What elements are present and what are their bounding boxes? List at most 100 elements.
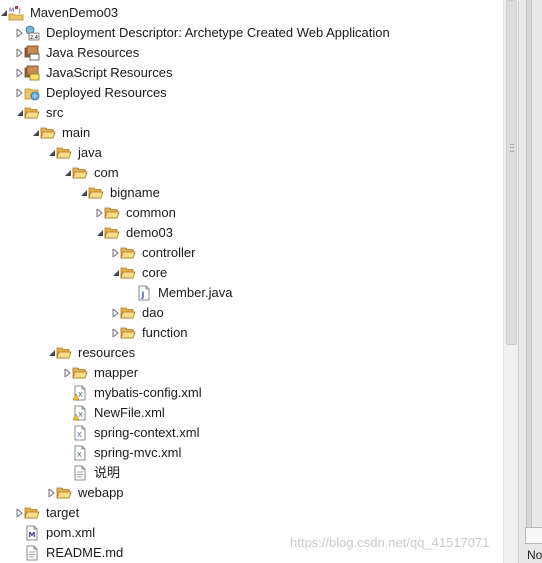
tree-item-label: MavenDemo03 xyxy=(30,5,119,20)
folder-icon xyxy=(72,365,88,381)
tree-item-label: webapp xyxy=(78,485,124,500)
scrollbar-thumb[interactable] xyxy=(506,0,517,345)
javascript-resources-icon xyxy=(24,65,40,81)
vertical-scrollbar[interactable] xyxy=(503,0,518,563)
grip-icon xyxy=(510,144,514,152)
tree-item-member-java[interactable]: J Member.java xyxy=(0,283,503,303)
text-file-icon xyxy=(24,545,40,561)
view-tab-box[interactable] xyxy=(525,527,542,544)
tree-item-label: NewFile.xml xyxy=(94,405,165,420)
maven-project-icon: MJ xyxy=(8,5,24,21)
deployed-resources-icon xyxy=(24,85,40,101)
xml-file-icon: X xyxy=(72,445,88,461)
svg-text:2.4: 2.4 xyxy=(30,35,38,41)
tree-item-target[interactable]: target xyxy=(0,503,503,523)
tree-item-newfile-xml[interactable]: X NewFile.xml xyxy=(0,403,503,423)
folder-icon xyxy=(120,245,136,261)
tree-item-label: function xyxy=(142,325,188,340)
tree-item-com[interactable]: com xyxy=(0,163,503,183)
svg-text:X: X xyxy=(78,391,83,399)
tree-item-label: Java Resources xyxy=(46,45,140,60)
svg-text:M: M xyxy=(9,7,14,14)
tree-item-label: pom.xml xyxy=(46,525,96,540)
tree-item-label: java xyxy=(78,145,102,160)
tree-item-mybatis-config-xml[interactable]: X mybatis-config.xml xyxy=(0,383,503,403)
tree-item-label: com xyxy=(94,165,119,180)
tree-item-label: mybatis-config.xml xyxy=(94,385,202,400)
tree-item-mapper[interactable]: mapper xyxy=(0,363,503,383)
tree-item-label: core xyxy=(142,265,168,280)
tree-item-webapp[interactable]: webapp xyxy=(0,483,503,503)
tree-item-label: main xyxy=(62,125,91,140)
svg-text:J: J xyxy=(18,7,21,14)
deployment-descriptor-icon: 2.4 xyxy=(24,25,40,41)
tree-item-dao[interactable]: dao xyxy=(0,303,503,323)
svg-text:X: X xyxy=(78,411,83,419)
tree-item-java-resources[interactable]: Java Resources xyxy=(0,43,503,63)
tree-item-spring-mvc-xml[interactable]: X spring-mvc.xml xyxy=(0,443,503,463)
folder-open-icon xyxy=(88,185,104,201)
folder-icon xyxy=(24,505,40,521)
java-resources-icon xyxy=(24,45,40,61)
folder-icon xyxy=(56,485,72,501)
adjacent-view-text: No xyxy=(527,548,542,562)
java-file-icon: J xyxy=(136,285,152,301)
tree-item-label: bigname xyxy=(110,185,160,200)
tree-item-bigname[interactable]: bigname xyxy=(0,183,503,203)
folder-icon xyxy=(120,325,136,341)
folder-icon xyxy=(104,205,120,221)
xml-file-warning-icon: X xyxy=(72,405,88,421)
folder-open-icon xyxy=(56,145,72,161)
folder-open-icon xyxy=(72,165,88,181)
tree-item-label: Member.java xyxy=(158,285,233,300)
adjacent-scrollbar[interactable] xyxy=(526,0,532,527)
watermark: https://blog.csdn.net/qq_41517071 xyxy=(290,535,490,550)
tree-item-resources[interactable]: resources xyxy=(0,343,503,363)
maven-pom-icon: M xyxy=(24,525,40,541)
tree-item-label: demo03 xyxy=(126,225,173,240)
tree-item-label: JavaScript Resources xyxy=(46,65,173,80)
tree-item-spring-context-xml[interactable]: X spring-context.xml xyxy=(0,423,503,443)
folder-open-icon xyxy=(56,345,72,361)
tree-item-src[interactable]: src xyxy=(0,103,503,123)
tree-item-label: mapper xyxy=(94,365,139,380)
folder-open-icon xyxy=(120,265,136,281)
tree-item-label: spring-context.xml xyxy=(94,425,200,440)
svg-text:M: M xyxy=(29,531,36,539)
tree-item-mavendemo03[interactable]: MJ MavenDemo03 xyxy=(0,3,503,23)
svg-text:X: X xyxy=(77,451,82,459)
tree-item-label: src xyxy=(46,105,64,120)
tree-item-label: resources xyxy=(78,345,136,360)
text-file-icon xyxy=(72,465,88,481)
project-explorer-tree: MJ MavenDemo03 2.4 Deployment Descriptor… xyxy=(0,0,503,563)
xml-file-icon: X xyxy=(72,425,88,441)
tree-item-core[interactable]: core xyxy=(0,263,503,283)
folder-icon xyxy=(120,305,136,321)
tree-item-label: Deployment Descriptor: Archetype Created… xyxy=(46,25,390,40)
tree-item-label: target xyxy=(46,505,80,520)
tree-item-demo03[interactable]: demo03 xyxy=(0,223,503,243)
xml-file-warning-icon: X xyxy=(72,385,88,401)
tree-item-label: 说明 xyxy=(94,465,121,480)
tree-item-main[interactable]: main xyxy=(0,123,503,143)
tree-item-function[interactable]: function xyxy=(0,323,503,343)
folder-open-icon xyxy=(24,105,40,121)
tree-item-label: controller xyxy=(142,245,196,260)
tree-item-label: README.md xyxy=(46,545,124,560)
tree-item-controller[interactable]: controller xyxy=(0,243,503,263)
tree-item-label: spring-mvc.xml xyxy=(94,445,182,460)
svg-text:X: X xyxy=(77,431,82,439)
folder-open-icon xyxy=(40,125,56,141)
tree-item-java[interactable]: java xyxy=(0,143,503,163)
adjacent-view-pane: No xyxy=(518,0,542,563)
tree-item-shuoming[interactable]: 说明 xyxy=(0,463,503,483)
tree-item-deployed-resources[interactable]: Deployed Resources xyxy=(0,83,503,103)
tree-item-javascript-resources[interactable]: JavaScript Resources xyxy=(0,63,503,83)
folder-open-icon xyxy=(104,225,120,241)
tree-item-label: common xyxy=(126,205,176,220)
tree-item-label: dao xyxy=(142,305,164,320)
svg-text:J: J xyxy=(141,291,145,300)
tree-item-label: Deployed Resources xyxy=(46,85,167,100)
tree-item-deployment-descriptor[interactable]: 2.4 Deployment Descriptor: Archetype Cre… xyxy=(0,23,503,43)
tree-item-common[interactable]: common xyxy=(0,203,503,223)
